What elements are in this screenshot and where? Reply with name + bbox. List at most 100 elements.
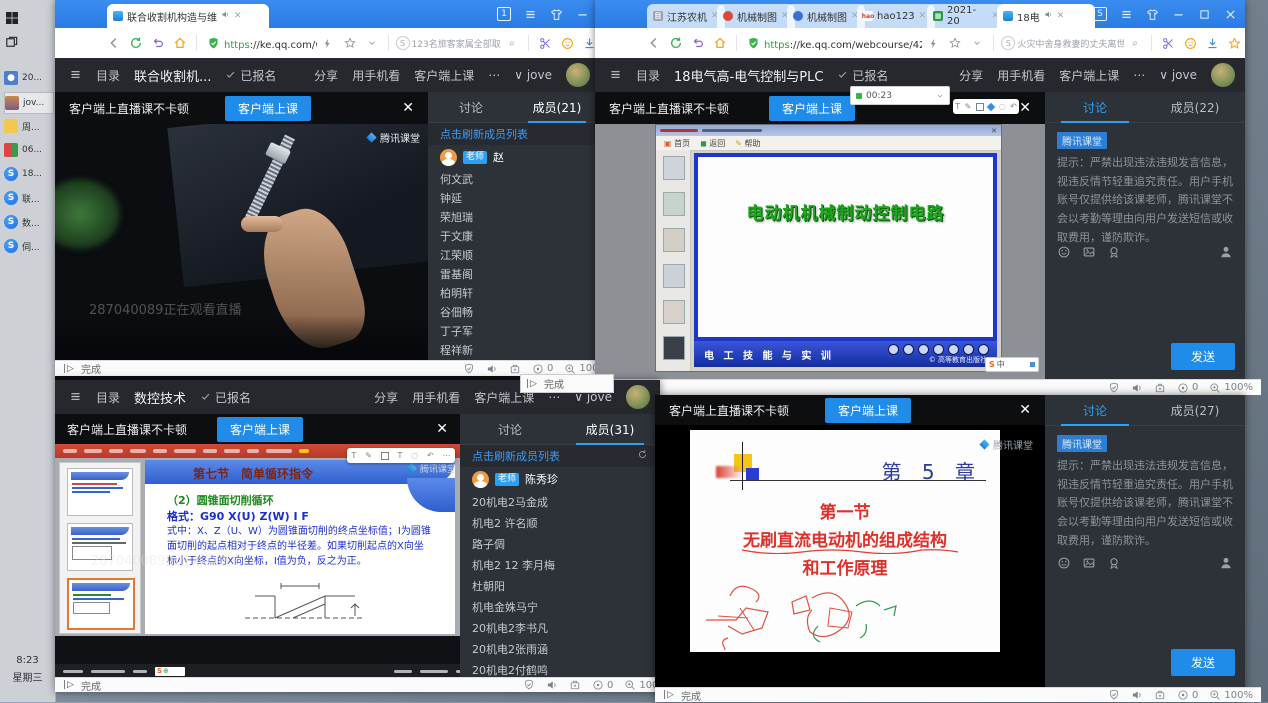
smiley-icon[interactable] <box>1181 34 1199 52</box>
catalog-label[interactable]: 目录 <box>636 67 660 84</box>
taskbar-item-0[interactable]: ●20... <box>4 68 52 88</box>
tab-members[interactable]: 成员(21) <box>514 92 600 122</box>
text-tool-icon[interactable]: T <box>955 102 960 111</box>
lightning-icon[interactable] <box>319 34 337 52</box>
status-toolbox-icon[interactable] <box>1154 689 1166 701</box>
browser-tab-0[interactable]: 目江苏农机✕ <box>647 4 725 28</box>
tool-run-icon[interactable] <box>663 300 685 324</box>
taskbar-item-4[interactable]: S18... <box>4 164 52 184</box>
catalog-menu-icon[interactable] <box>69 390 82 404</box>
more-button[interactable]: ⋯ <box>1133 68 1145 82</box>
image-icon[interactable] <box>1082 244 1096 263</box>
scissors-icon[interactable] <box>536 34 554 52</box>
taskbar-item-3[interactable]: 06... <box>4 140 52 160</box>
tool-circuit-icon[interactable] <box>663 192 685 216</box>
catalog-label[interactable]: 目录 <box>96 67 120 84</box>
slide-thumbnail-1[interactable] <box>67 468 133 516</box>
banner-close-icon[interactable]: ✕ <box>1019 402 1031 418</box>
avatar[interactable] <box>566 63 590 87</box>
download-icon[interactable] <box>1203 34 1221 52</box>
status-speaker-icon[interactable] <box>546 679 558 691</box>
tab-members[interactable]: 成员(31) <box>560 414 660 444</box>
share-button[interactable]: 分享 <box>314 67 338 84</box>
bookmark-star-icon[interactable] <box>341 34 359 52</box>
browser-tab-4[interactable]: ▦2021-20✕ <box>927 4 1005 28</box>
catalog-menu-icon[interactable] <box>609 68 622 82</box>
refresh-members-row[interactable]: 点击刷新成员列表 <box>428 123 600 145</box>
watch-on-phone-button[interactable]: 用手机看 <box>412 389 460 406</box>
home-icon[interactable] <box>711 34 729 52</box>
status-zoom-level[interactable]: 100% <box>1209 689 1253 701</box>
screen-share-area[interactable]: ✕ ▣ 首页 ◼ 返回 ✎ 帮助 电动机机械制动控制电路 电 工 技 能 与 实… <box>595 124 1045 380</box>
minimize-icon[interactable] <box>575 7 589 21</box>
search-magnifier-icon[interactable]: ⌕ <box>503 34 521 52</box>
address-bar[interactable]: https://ke.qq.com/webcourse/425553 眼 <box>764 36 922 51</box>
chevron-down-icon[interactable] <box>968 34 986 52</box>
catalog-menu-icon[interactable] <box>69 68 82 82</box>
address-bar[interactable]: https://ke.qq.com/we 眼 <box>224 36 317 51</box>
shape-tool-icon[interactable] <box>976 103 984 111</box>
pen-tool-icon[interactable]: ✎ <box>365 451 372 460</box>
banner-close-icon[interactable]: ✕ <box>1019 100 1031 116</box>
undo-icon[interactable] <box>149 34 167 52</box>
watch-on-phone-button[interactable]: 用手机看 <box>352 67 400 84</box>
search-box[interactable]: 火灾中舍身救妻的丈夫离世 <box>1017 37 1124 50</box>
blocked-count-icon[interactable]: 1 <box>497 7 511 21</box>
tool-probe-icon[interactable] <box>663 336 685 360</box>
tab-close-icon[interactable]: ✕ <box>919 11 927 21</box>
annotation-toolbar[interactable]: T ✎ ◌ ↶ <box>953 99 1019 114</box>
site-safety-icon[interactable] <box>204 34 222 52</box>
mini-window-icon[interactable]: S <box>1093 7 1107 21</box>
search-magnifier-icon[interactable]: ⌕ <box>1126 34 1144 52</box>
reload-icon[interactable] <box>667 34 685 52</box>
task-view-icon[interactable] <box>4 32 52 52</box>
back-icon[interactable] <box>105 34 123 52</box>
close-icon[interactable] <box>1223 7 1237 21</box>
undo-icon[interactable] <box>689 34 707 52</box>
status-shield-icon[interactable] <box>1108 689 1120 701</box>
member-manage-icon[interactable] <box>1219 555 1233 574</box>
status-shield-icon[interactable] <box>1108 382 1120 394</box>
avatar[interactable] <box>626 385 650 409</box>
status-zoom-level[interactable]: 100% <box>1209 382 1253 394</box>
app-menu-help[interactable]: ✎ 帮助 <box>735 138 760 149</box>
refresh-icon[interactable] <box>637 449 648 463</box>
taskbar-item-5[interactable]: S联... <box>4 188 52 208</box>
gift-icon[interactable] <box>1107 555 1121 574</box>
share-button[interactable]: 分享 <box>374 389 398 406</box>
emoji-icon[interactable] <box>1057 555 1071 574</box>
shape-tool-icon[interactable] <box>381 452 389 460</box>
status-speaker-icon[interactable] <box>486 363 498 375</box>
member-manage-icon[interactable] <box>1219 244 1233 263</box>
client-class-banner-button[interactable]: 客户端上课 <box>769 96 855 121</box>
taskbar-item-7[interactable]: S伺... <box>4 236 52 256</box>
bookmark-star-icon[interactable] <box>946 34 964 52</box>
app-player-controls[interactable] <box>888 344 989 355</box>
chevron-down-icon[interactable] <box>363 34 381 52</box>
tab-close-icon[interactable]: ✕ <box>234 11 242 21</box>
minimize-icon[interactable] <box>1171 7 1185 21</box>
skin-icon[interactable] <box>1145 7 1159 21</box>
user-dropdown[interactable]: ∨ jove <box>514 68 552 82</box>
eraser-tool-icon[interactable]: ◌ <box>999 102 1006 111</box>
undo-tool-icon[interactable]: ↶ <box>1010 102 1017 111</box>
watch-on-phone-button[interactable]: 用手机看 <box>997 67 1045 84</box>
taskbar-item-1[interactable]: jov... <box>4 92 54 114</box>
undo-tool-icon[interactable]: ↶ <box>427 451 434 460</box>
status-record-count[interactable]: 0 <box>592 679 613 691</box>
search-box[interactable]: 123名旅客家属全部取得联系 <box>412 37 501 50</box>
color-tool-icon[interactable] <box>987 102 995 110</box>
taskbar-clock[interactable]: 8:23 星期三 <box>0 655 55 684</box>
browser-tab-1[interactable]: 机械制图✕ <box>717 4 795 28</box>
tab-members[interactable]: 成员(27) <box>1145 395 1245 425</box>
sogou-ime-bar[interactable]: S中 <box>985 357 1039 372</box>
sogou-ime-bar[interactable]: S⊕ <box>155 667 185 676</box>
image-icon[interactable] <box>1082 555 1096 574</box>
catalog-label[interactable]: 目录 <box>96 389 120 406</box>
back-icon[interactable] <box>645 34 663 52</box>
tab-audio-icon[interactable] <box>221 10 230 22</box>
tool-materials-icon[interactable] <box>663 156 685 180</box>
client-class-banner-button[interactable]: 客户端上课 <box>825 398 911 423</box>
scissors-icon[interactable] <box>1159 34 1177 52</box>
tool-source-icon[interactable] <box>663 228 685 252</box>
